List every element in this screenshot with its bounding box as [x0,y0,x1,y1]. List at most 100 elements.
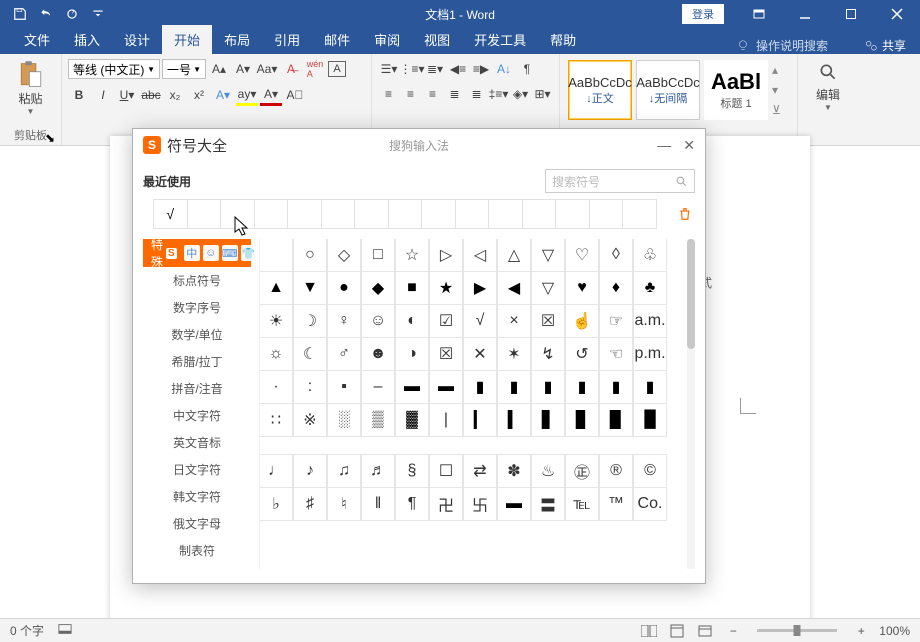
symbol-cell[interactable]: ▮ [497,370,531,404]
symbol-cell[interactable]: ☒ [531,304,565,338]
symbol-cell[interactable]: ♥ [565,271,599,305]
symbol-cell[interactable]: ▷ [429,239,463,272]
symbol-cell[interactable]: Co. [633,487,667,521]
symbol-cell[interactable]: ▬ [497,487,531,521]
symbol-cell[interactable]: 〓 [531,487,565,521]
symbol-cell[interactable] [259,239,293,272]
symbol-cell[interactable]: © [633,454,667,488]
symbol-cell[interactable]: ▶ [463,271,497,305]
symbol-cell[interactable]: ▉ [599,403,633,437]
font-name-select[interactable]: 等线 (中文正)▼ [68,59,160,79]
style-nospacing[interactable]: AaBbCcDc ↓无间隔 [636,60,700,120]
tab-references[interactable]: 引用 [262,25,312,54]
symbol-cell[interactable]: ▬ [429,370,463,404]
symbol-cell[interactable]: ♧ [633,239,667,272]
category-special[interactable]: 特殊 S 中 ☺ ⌨ 👕 [143,239,251,267]
paste-button[interactable]: 粘贴 ▼ [6,58,55,118]
symbol-cell[interactable]: ▋ [531,403,565,437]
symbol-cell[interactable]: 卍 [429,487,463,521]
symbol-cell[interactable]: ♬ [361,454,395,488]
tab-view[interactable]: 视图 [412,25,462,54]
tab-help[interactable]: 帮助 [538,25,588,54]
symbol-cell[interactable]: ♂ [327,337,361,371]
category-item[interactable]: 拼音/注音 [143,375,251,402]
symbol-cell[interactable]: ▬ [395,370,429,404]
recent-symbol-cell[interactable] [556,200,590,228]
read-mode-button[interactable] [639,623,659,639]
superscript-button[interactable]: x² [188,84,210,106]
symbol-cell[interactable]: ㊣ [565,454,599,488]
font-color-button[interactable]: A▾ [260,84,282,106]
symbol-cell[interactable]: ◆ [361,271,395,305]
symbol-cell[interactable]: ◑ [395,337,429,371]
zoom-slider[interactable] [757,629,837,632]
underline-button[interactable]: U▾ [116,84,138,106]
symbol-cell[interactable]: ☒ [429,337,463,371]
symbol-cell[interactable]: ☺ [361,304,395,338]
symbol-cell[interactable]: ‖ [361,487,395,521]
category-item[interactable]: 韩文字符 [143,483,251,510]
align-right-button[interactable]: ≡ [422,83,443,105]
symbol-cell[interactable]: ♀ [327,304,361,338]
symbol-cell[interactable]: ♣ [633,271,667,305]
styles-more[interactable]: ⊻ [772,103,788,117]
styles-up[interactable]: ▴ [772,63,788,77]
grow-font-button[interactable]: A▴ [208,58,230,80]
symbol-cell[interactable]: ♩ [259,454,293,488]
word-count[interactable]: 0 个字 [10,622,44,639]
recent-symbol-cell[interactable] [221,200,255,228]
symbol-search-input[interactable]: 搜索符号 [545,169,695,193]
recent-symbol-cell[interactable] [188,200,222,228]
shading-button[interactable]: ◈▾ [510,83,531,105]
symbol-cell[interactable]: ★ [429,271,463,305]
symbol-cell[interactable]: □ [361,239,395,272]
sort-button[interactable]: A↓ [493,58,515,80]
recent-symbol-cell[interactable] [255,200,289,228]
symbol-cell[interactable]: ▮ [599,370,633,404]
symbol-cell[interactable]: ® [599,454,633,488]
symbol-cell[interactable]: ▪ [327,370,361,404]
dialog-close[interactable]: ✕ [683,137,695,154]
symbol-cell[interactable]: ♦ [599,271,633,305]
symbol-cell[interactable]: ∷ [259,403,293,437]
justify-button[interactable]: ≣ [444,83,465,105]
symbol-cell[interactable]: ♪ [293,454,327,488]
change-case-button[interactable]: Aa▾ [256,58,278,80]
symbol-cell[interactable]: ♭ [259,487,293,521]
recent-symbol-cell[interactable] [523,200,557,228]
recent-symbol-cell[interactable] [322,200,356,228]
symbol-cell[interactable]: ♨ [531,454,565,488]
symbol-cell[interactable]: ● [327,271,361,305]
symbol-cell[interactable]: ↺ [565,337,599,371]
symbol-cell[interactable]: ▮ [531,370,565,404]
recent-symbol-cell[interactable] [355,200,389,228]
symbol-cell[interactable]: ▒ [361,403,395,437]
category-item[interactable]: 中文字符 [143,402,251,429]
symbol-cell[interactable]: ✶ [497,337,531,371]
symbol-cell[interactable]: ☜ [599,337,633,371]
bold-button[interactable]: B [68,84,90,106]
symbol-cell[interactable]: ▽ [531,271,565,305]
category-item[interactable]: 数学/单位 [143,321,251,348]
ribbon-display-button[interactable] [736,0,782,28]
tell-me-search[interactable]: 操作说明搜索 [736,37,828,54]
symbol-cell[interactable]: § [395,454,429,488]
symbol-cell[interactable]: ▮ [565,370,599,404]
login-button[interactable]: 登录 [682,4,724,24]
symbol-cell[interactable]: ※ [293,403,327,437]
styles-down[interactable]: ▾ [772,83,788,97]
symbol-cell[interactable]: ↯ [531,337,565,371]
tab-design[interactable]: 设计 [112,25,162,54]
symbol-cell[interactable]: ░ [327,403,361,437]
subscript-button[interactable]: x₂ [164,84,186,106]
symbol-cell[interactable]: ◊ [599,239,633,272]
symbol-cell[interactable]: ◇ [327,239,361,272]
align-center-button[interactable]: ≡ [400,83,421,105]
inc-indent-button[interactable]: ≡▶ [470,58,492,80]
dec-indent-button[interactable]: ◀≡ [447,58,469,80]
symbol-cell[interactable]: ✽ [497,454,531,488]
symbol-cell[interactable]: ℡ [565,487,599,521]
symbol-cell[interactable]: ™ [599,487,633,521]
symbol-cell[interactable]: ◁ [463,239,497,272]
share-button[interactable]: 共享 [864,37,906,54]
